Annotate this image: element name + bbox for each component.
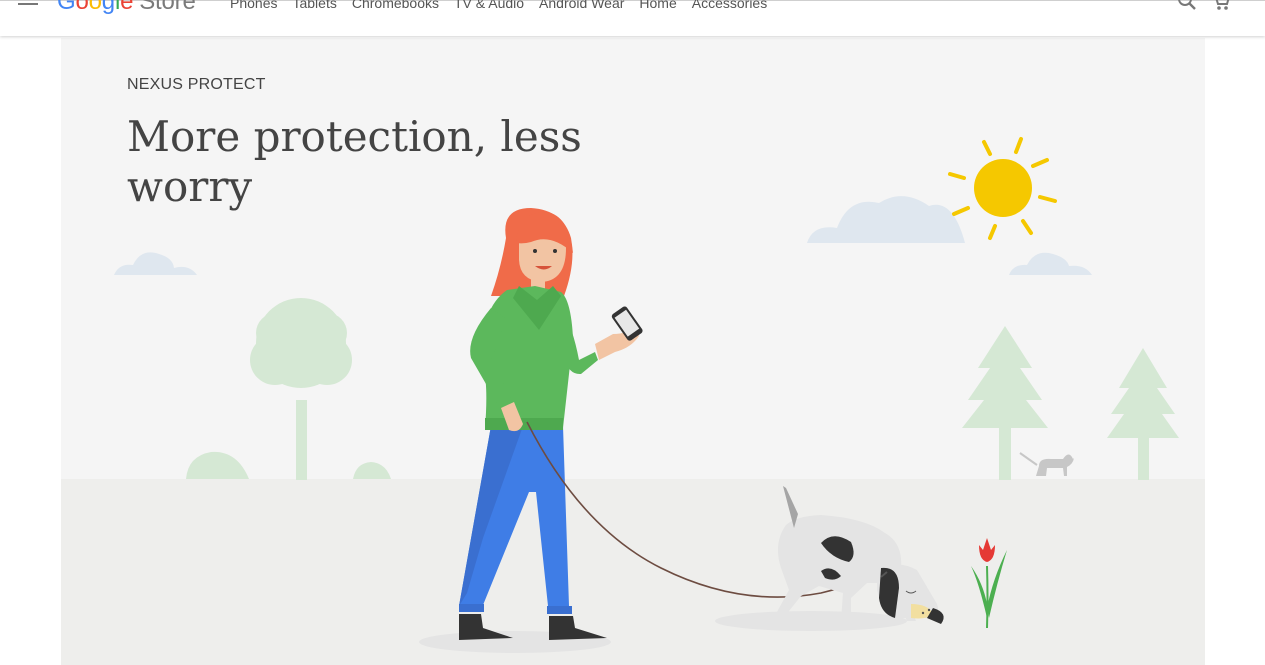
logo-letter-e: e xyxy=(120,0,134,15)
nav-android-wear[interactable]: Android Wear xyxy=(539,0,624,11)
nav-home[interactable]: Home xyxy=(639,0,676,11)
nav-accessories[interactable]: Accessories xyxy=(692,0,767,11)
hero-eyebrow: NEXUS PROTECT xyxy=(127,76,266,93)
cat xyxy=(1019,452,1074,476)
google-store-logo[interactable]: Google Store xyxy=(57,0,196,16)
nav-phones[interactable]: Phones xyxy=(230,0,277,11)
top-navigation-bar: Google Store Phones Tablets Chromebooks T… xyxy=(0,0,1265,36)
logo-store-word: Store xyxy=(139,0,196,15)
sun xyxy=(948,137,1057,240)
logo-letter-g: G xyxy=(57,0,76,15)
nav-tablets[interactable]: Tablets xyxy=(292,0,336,11)
main-nav: Phones Tablets Chromebooks TV & Audio An… xyxy=(230,0,782,11)
menu-icon[interactable] xyxy=(18,0,40,9)
logo-letter-o1: o xyxy=(75,0,89,15)
ground xyxy=(61,479,1205,665)
left-tree xyxy=(186,298,391,480)
search-icon[interactable] xyxy=(1177,0,1199,13)
hero-banner: NEXUS PROTECT More protection, less worr… xyxy=(61,38,1205,665)
dog-shadow xyxy=(715,611,907,631)
nav-chromebooks[interactable]: Chromebooks xyxy=(352,0,439,11)
cart-icon[interactable] xyxy=(1210,0,1232,13)
nav-tv-audio[interactable]: TV & Audio xyxy=(454,0,524,11)
logo-letter-o2: o xyxy=(88,0,102,15)
hero-headline: More protection, less worry xyxy=(127,112,582,211)
logo-letter-g2: g xyxy=(101,0,115,15)
